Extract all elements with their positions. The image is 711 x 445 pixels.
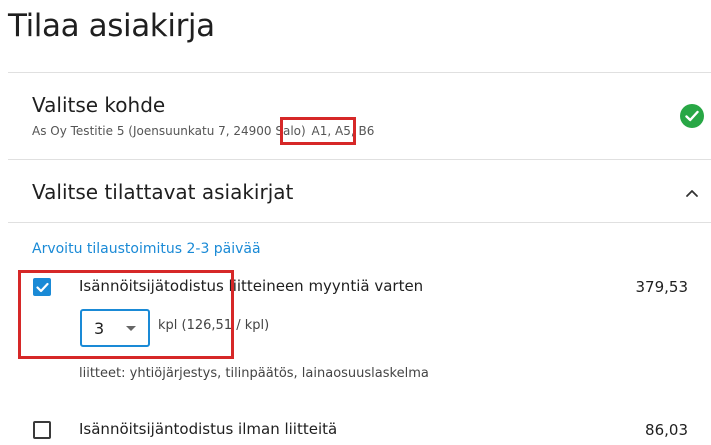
- divider: [8, 72, 711, 73]
- documents-section-title: Valitse tilattavat asiakirjat: [32, 180, 294, 204]
- item-price-2: 86,03: [645, 421, 688, 439]
- property-address: As Oy Testitie 5 (Joensuunkatu 7, 24900 …: [32, 124, 306, 138]
- item-attachments: liitteet: yhtiöjärjestys, tilinpäätös, l…: [79, 366, 429, 381]
- highlight-box-item: [18, 270, 234, 359]
- delivery-estimate: Arvoitu tilaustoimitus 2-3 päivää: [32, 241, 261, 257]
- page-title: Tilaa asiakirja: [8, 8, 215, 44]
- divider: [8, 159, 711, 160]
- chevron-up-icon[interactable]: [684, 184, 700, 197]
- highlight-box-apartments: [280, 117, 356, 145]
- item-checkbox-2[interactable]: [33, 421, 51, 439]
- check-circle-icon: [680, 104, 704, 128]
- target-section-title: Valitse kohde: [32, 93, 166, 117]
- item-price-1: 379,53: [635, 278, 689, 296]
- item-name-2: Isännöitsijäntodistus ilman liitteitä: [79, 420, 338, 438]
- divider: [8, 222, 711, 223]
